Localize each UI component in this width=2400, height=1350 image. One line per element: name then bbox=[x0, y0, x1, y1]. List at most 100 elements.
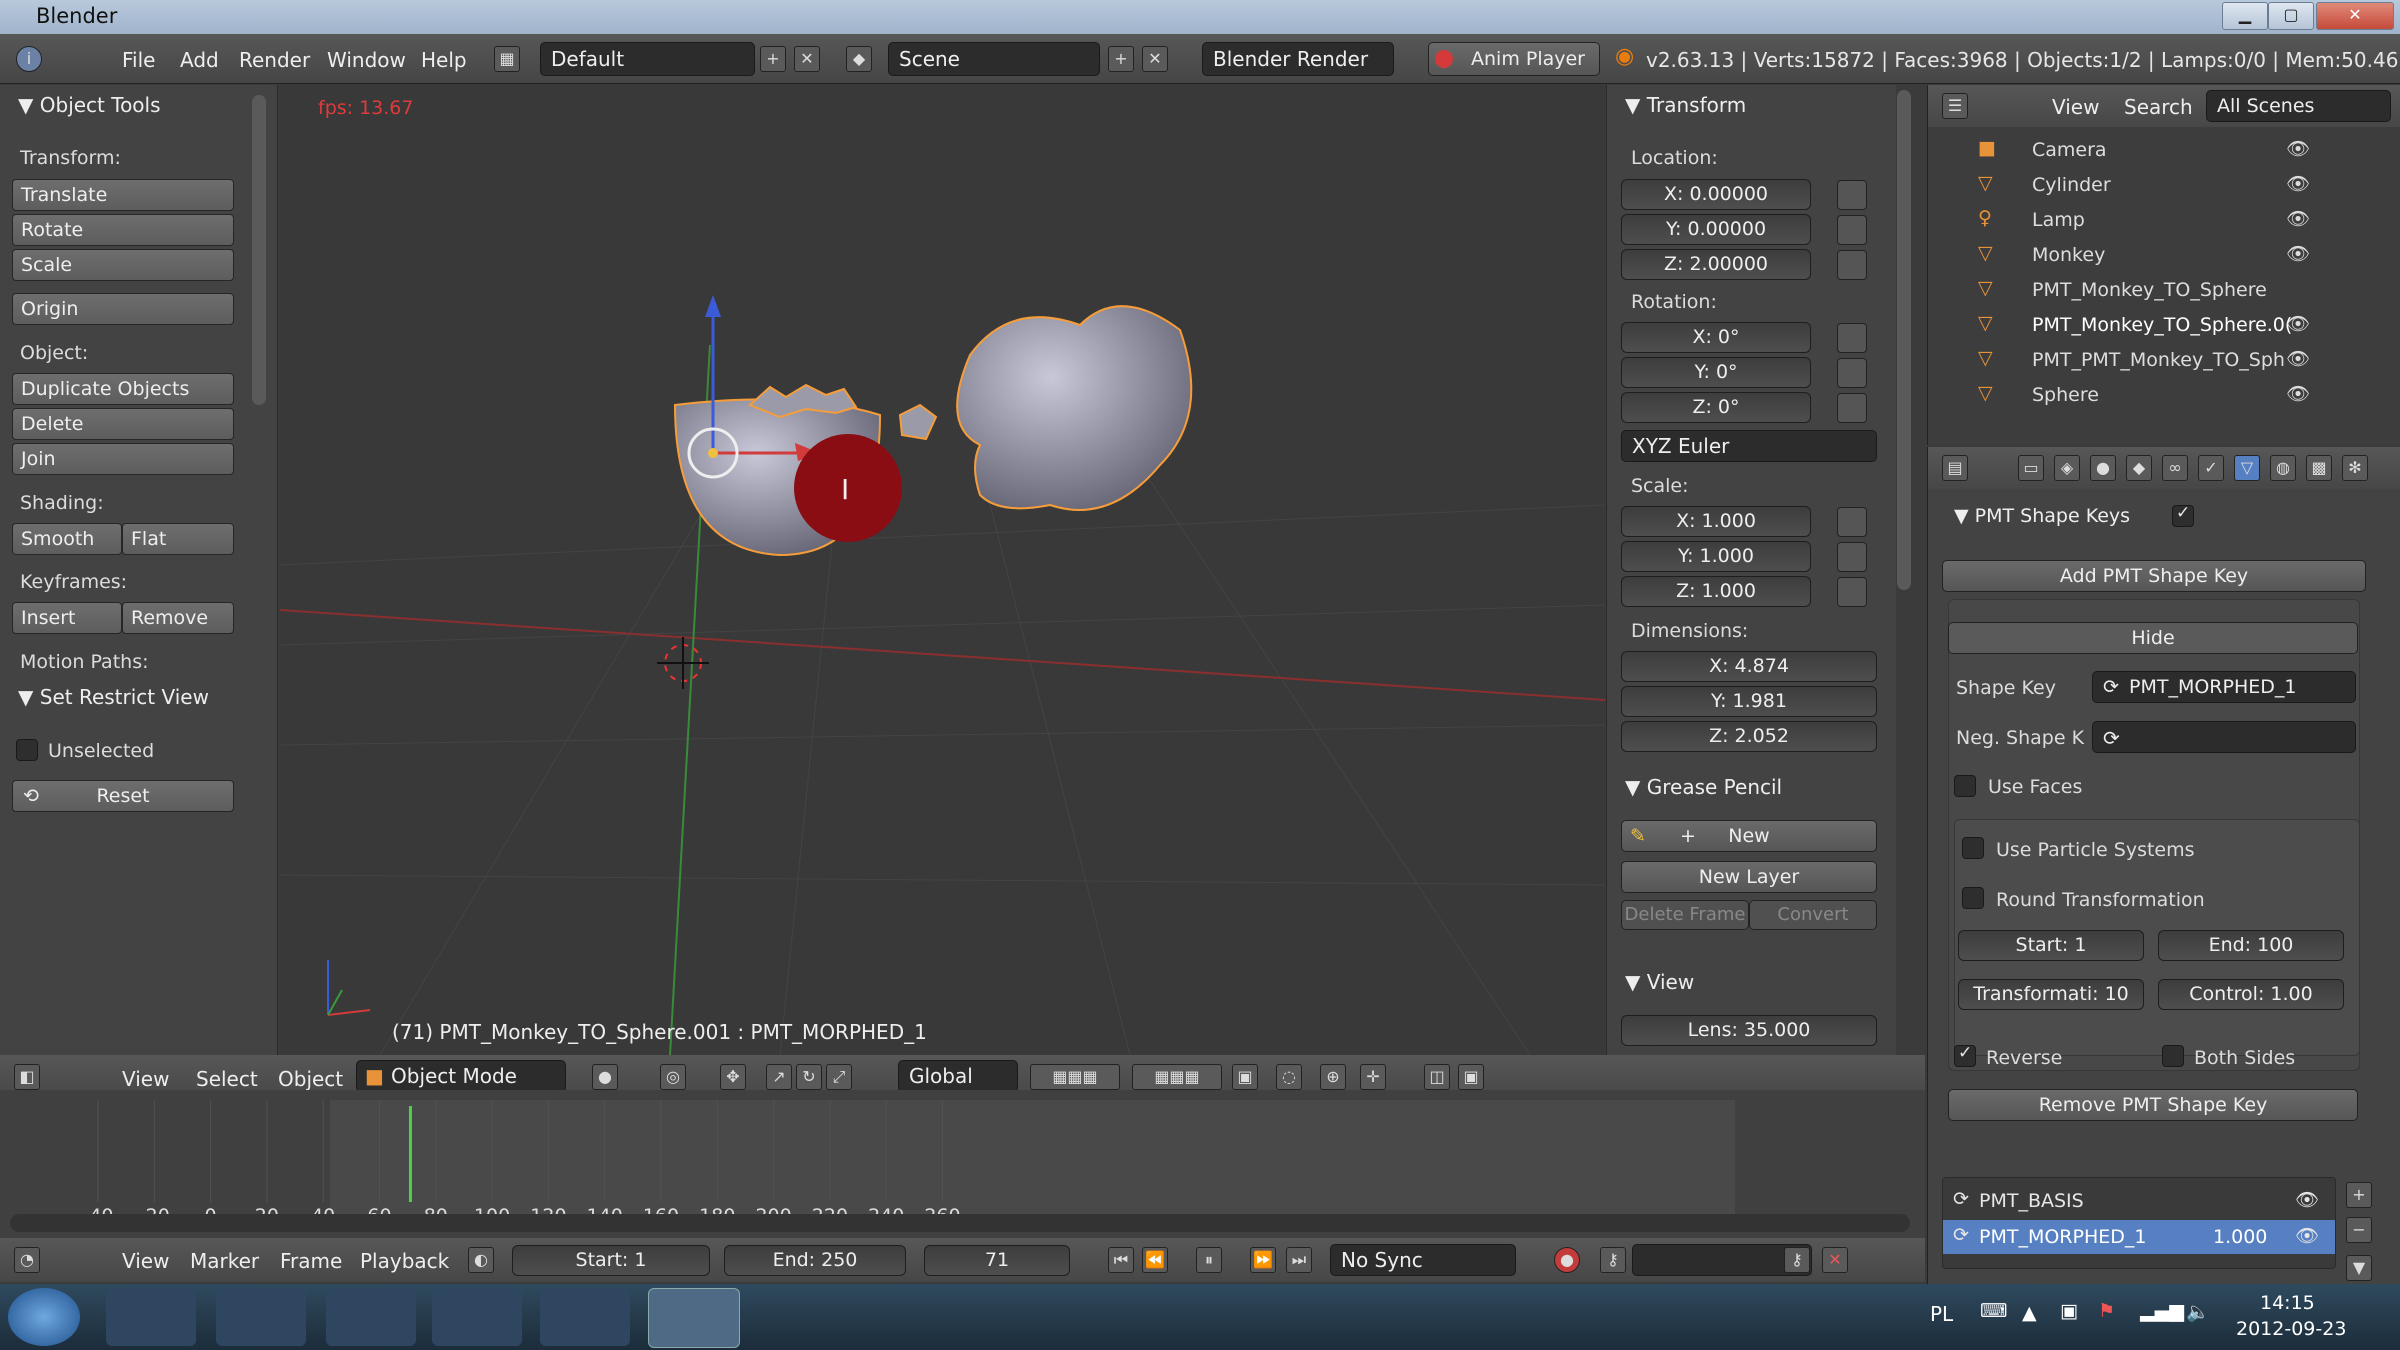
clock-time[interactable]: 14:15 bbox=[2260, 1292, 2315, 1314]
eye-icon[interactable]: 👁 bbox=[2295, 1188, 2319, 1211]
rotation-x-field[interactable]: X: 0° bbox=[1621, 322, 1811, 353]
remove-pmt-shape-key-button[interactable]: Remove PMT Shape Key bbox=[1948, 1089, 2358, 1121]
timeline[interactable]: -40-200204060801001201401601802002202402… bbox=[0, 1090, 1925, 1238]
lock-icon[interactable] bbox=[1837, 323, 1867, 353]
location-y-field[interactable]: Y: 0.00000 bbox=[1621, 214, 1811, 245]
rotate-manipulator-icon[interactable]: ↻ bbox=[796, 1064, 822, 1090]
lock-icon[interactable] bbox=[1837, 215, 1867, 245]
round-transformation-checkbox[interactable] bbox=[1962, 887, 1984, 909]
smooth-button[interactable]: Smooth bbox=[12, 523, 122, 555]
3d-view-editor-icon[interactable]: ◧ bbox=[14, 1064, 40, 1090]
shape-key-list-item[interactable]: ⟳ PMT_BASIS 👁 bbox=[1943, 1184, 2335, 1218]
object-tab-icon[interactable]: ◆ bbox=[2126, 455, 2152, 481]
scene-icon[interactable]: ◆ bbox=[846, 46, 872, 72]
flat-button[interactable]: Flat bbox=[122, 523, 234, 555]
scene-tab-icon[interactable]: ◈ bbox=[2054, 455, 2080, 481]
minimize-button[interactable]: ▁ bbox=[2222, 2, 2268, 30]
scale-z-field[interactable]: Z: 1.000 bbox=[1621, 576, 1811, 607]
menu-window[interactable]: Window bbox=[327, 48, 406, 72]
start-field[interactable]: Start: 1 bbox=[1958, 930, 2144, 961]
tray-up-arrow-icon[interactable]: ▲ bbox=[2022, 1302, 2037, 1324]
shape-key-menu-icon[interactable]: ▼ bbox=[2346, 1255, 2372, 1281]
render-engine-selector[interactable]: Blender Render bbox=[1202, 42, 1394, 76]
lock-icon[interactable] bbox=[1837, 358, 1867, 388]
layout-selector[interactable]: Default bbox=[540, 42, 755, 76]
rotate-button[interactable]: Rotate bbox=[12, 214, 234, 246]
scene-selector[interactable]: Scene bbox=[888, 42, 1100, 76]
outliner-row-sphere[interactable]: ▽ Sphere 👁 bbox=[1928, 378, 2378, 413]
mode-selector[interactable]: ■ Object Mode bbox=[356, 1060, 566, 1092]
object-menu[interactable]: Object bbox=[278, 1067, 343, 1091]
sync-mode-selector[interactable]: No Sync bbox=[1330, 1244, 1516, 1276]
use-particle-systems-checbox[interactable] bbox=[1962, 837, 1984, 859]
eye-icon[interactable]: 👁 bbox=[2286, 347, 2310, 370]
jump-start-icon[interactable]: ⏮ bbox=[1108, 1247, 1134, 1273]
outliner-row-pmt-monkey-to-sphere[interactable]: ▽ PMT_Monkey_TO_Sphere bbox=[1928, 273, 2378, 308]
delete-frame-button[interactable]: Delete Frame bbox=[1621, 900, 1749, 930]
menu-file[interactable]: File bbox=[122, 48, 155, 72]
duplicate-objects-button[interactable]: Duplicate Objects bbox=[12, 373, 234, 405]
shape-key-list-item-selected[interactable]: ⟳ PMT_MORPHED_1 1.000 👁 bbox=[1943, 1220, 2335, 1254]
outliner-row-monkey[interactable]: ▽ Monkey 👁 bbox=[1928, 238, 2378, 273]
modifiers-tab-icon[interactable]: ✓ bbox=[2198, 455, 2224, 481]
viewport-scene[interactable]: I bbox=[280, 85, 1605, 1055]
taskbar-explorer-icon[interactable] bbox=[326, 1288, 416, 1346]
menu-add[interactable]: Add bbox=[180, 48, 219, 72]
material-tab-icon[interactable]: ◍ bbox=[2270, 455, 2296, 481]
npanel-scrollbar[interactable] bbox=[1897, 90, 1911, 590]
object-tools-header[interactable]: ▼ Object Tools bbox=[18, 93, 161, 117]
outliner-row-pmt-pmt-monkey[interactable]: ▽ PMT_PMT_Monkey_TO_Sph 👁 bbox=[1928, 343, 2378, 378]
menu-render[interactable]: Render bbox=[239, 48, 310, 72]
translate-button[interactable]: Translate bbox=[12, 179, 234, 211]
tray-window-icon[interactable]: ▣ bbox=[2060, 1300, 2078, 1322]
outliner-menu-view[interactable]: View bbox=[2052, 95, 2099, 119]
screen-layout-icon[interactable]: ▦ bbox=[494, 46, 520, 72]
rotation-y-field[interactable]: Y: 0° bbox=[1621, 357, 1811, 388]
outliner-row-camera[interactable]: ■ Camera 👁 bbox=[1928, 133, 2378, 168]
transform-orientation-selector[interactable]: Global bbox=[898, 1060, 1018, 1092]
timeline-menu-frame[interactable]: Frame bbox=[280, 1249, 342, 1273]
eye-icon[interactable]: 👁 bbox=[2286, 207, 2310, 230]
scale-button[interactable]: Scale bbox=[12, 249, 234, 281]
add-layout-icon[interactable]: + bbox=[760, 46, 786, 72]
pivot-point-icon[interactable]: ◎ bbox=[660, 1064, 686, 1090]
view-panel-header[interactable]: ▼ View bbox=[1625, 970, 1694, 994]
eye-icon[interactable]: 👁 bbox=[2286, 242, 2310, 265]
menu-help[interactable]: Help bbox=[421, 48, 467, 72]
toolshelf-scrollbar[interactable] bbox=[252, 95, 266, 405]
translate-manipulator-icon[interactable]: ↗ bbox=[766, 1064, 792, 1090]
neg-shape-key-selector[interactable]: ⟳ bbox=[2092, 721, 2356, 753]
lock-camera-icon[interactable]: ▣ bbox=[1232, 1064, 1258, 1090]
view-menu[interactable]: View bbox=[122, 1067, 169, 1091]
outliner-row-lamp[interactable]: ♀ Lamp 👁 bbox=[1928, 203, 2378, 238]
particles-tab-icon[interactable]: ✻ bbox=[2342, 455, 2368, 481]
eye-icon[interactable]: 👁 bbox=[2295, 1224, 2319, 1247]
network-icon[interactable]: ▂▄▆ bbox=[2140, 1300, 2184, 1322]
monkey-morph-object[interactable] bbox=[956, 305, 1193, 511]
timeline-menu-marker[interactable]: Marker bbox=[190, 1249, 259, 1273]
layers-icon[interactable]: ▦▦▦ bbox=[1132, 1064, 1222, 1090]
texture-tab-icon[interactable]: ▩ bbox=[2306, 455, 2332, 481]
use-faces-checkbox[interactable] bbox=[1954, 775, 1976, 797]
lock-icon[interactable] bbox=[1837, 507, 1867, 537]
timeline-editor-icon[interactable]: ◔ bbox=[14, 1247, 40, 1273]
info-editor-icon[interactable]: i bbox=[16, 46, 42, 72]
pmt-shape-keys-header[interactable]: ▼ PMT Shape Keys bbox=[1954, 505, 2130, 527]
dimension-x-field[interactable]: X: 4.874 bbox=[1621, 651, 1877, 682]
eye-icon[interactable]: 👁 bbox=[2286, 382, 2310, 405]
keyboard-icon[interactable]: ⌨ bbox=[1980, 1300, 2007, 1322]
lock-icon[interactable] bbox=[1837, 250, 1867, 280]
properties-editor-icon[interactable]: ▤ bbox=[1942, 455, 1968, 481]
rotation-mode-selector[interactable]: XYZ Euler bbox=[1621, 430, 1877, 462]
fragment-object[interactable] bbox=[898, 403, 938, 441]
rotation-z-field[interactable]: Z: 0° bbox=[1621, 392, 1811, 423]
pause-icon[interactable]: ⏸ bbox=[1196, 1247, 1222, 1273]
tray-security-icon[interactable]: ⚑ bbox=[2098, 1300, 2115, 1322]
render-tab-icon[interactable]: ▭ bbox=[2018, 455, 2044, 481]
record-icon[interactable]: ● bbox=[1554, 1247, 1580, 1273]
end-frame-field[interactable]: End: 250 bbox=[724, 1245, 906, 1276]
eye-icon[interactable]: 👁 bbox=[2286, 137, 2310, 160]
lock-icon[interactable] bbox=[1837, 577, 1867, 607]
delete-keyframe-icon[interactable]: ✕ bbox=[1822, 1247, 1848, 1273]
remove-shape-key-icon[interactable]: − bbox=[2346, 1217, 2372, 1243]
